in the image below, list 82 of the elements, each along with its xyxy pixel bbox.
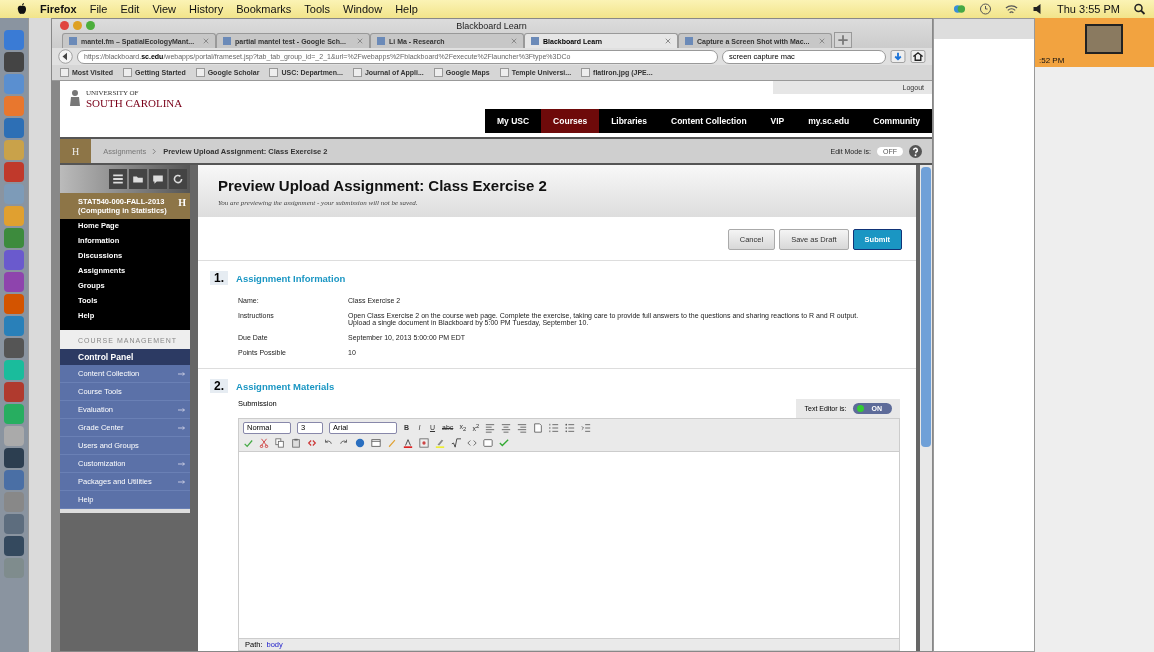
nav-tab[interactable]: Libraries — [599, 109, 660, 133]
menu-item[interactable]: View — [152, 3, 177, 15]
pencil-icon[interactable] — [387, 437, 397, 448]
download-icon[interactable] — [890, 50, 906, 63]
code-icon[interactable] — [467, 437, 477, 448]
app-menu[interactable]: Firefox — [40, 3, 77, 15]
clock-text: :52 PM — [1038, 55, 1066, 67]
close-tab-icon[interactable] — [819, 38, 825, 44]
globe-icon[interactable] — [355, 437, 365, 448]
app-icon[interactable] — [4, 514, 24, 534]
image-icon[interactable] — [419, 437, 429, 448]
link-icon[interactable] — [307, 437, 317, 448]
menu-item[interactable]: History — [189, 3, 224, 15]
align-right-icon[interactable] — [517, 422, 528, 433]
new-tab-icon[interactable] — [834, 32, 852, 48]
cut-icon[interactable] — [259, 437, 269, 448]
app-icon[interactable] — [4, 52, 24, 72]
scrollbar[interactable] — [920, 165, 932, 651]
menu-item[interactable]: File — [89, 3, 108, 15]
app-icon[interactable] — [4, 382, 24, 402]
section-title: Assignment Materials — [236, 380, 335, 392]
bullet-list-icon[interactable] — [565, 422, 576, 433]
close-tab-icon[interactable] — [665, 38, 671, 44]
square-root-icon[interactable] — [451, 437, 461, 448]
volume-icon[interactable] — [1031, 3, 1044, 15]
step-number: 1. — [210, 271, 228, 285]
wifi-icon[interactable] — [1005, 3, 1018, 15]
list-icon[interactable] — [109, 169, 127, 189]
refresh-icon[interactable] — [169, 169, 187, 189]
menu-item[interactable]: Window — [343, 3, 383, 15]
step-number: 2. — [210, 379, 228, 393]
document-icon[interactable] — [533, 422, 544, 433]
section-title: Assignment Information — [236, 272, 346, 284]
close-tab-icon[interactable] — [203, 38, 209, 44]
copy-icon[interactable] — [275, 437, 285, 448]
preview-icon[interactable] — [483, 437, 493, 448]
app-icon[interactable] — [4, 536, 24, 556]
logo-icon[interactable] — [17, 3, 27, 15]
back-button-icon[interactable] — [58, 49, 73, 64]
logo-text: SOUTH CAROLINA — [86, 97, 183, 109]
menu-clock[interactable]: Thu 3:55 PM — [1057, 3, 1120, 15]
paste-icon[interactable] — [291, 437, 301, 448]
menu-item[interactable]: Tools — [304, 3, 330, 15]
nav-tab[interactable]: VIP — [758, 109, 797, 133]
crest-icon — [68, 89, 82, 107]
close-button[interactable] — [60, 21, 69, 30]
help-icon[interactable] — [909, 144, 922, 158]
menu-item[interactable]: Bookmarks — [236, 3, 292, 15]
comment-icon[interactable] — [149, 169, 167, 189]
app-icon[interactable] — [4, 272, 24, 292]
menu-item[interactable]: Edit — [120, 3, 140, 15]
nav-tab[interactable]: Courses — [541, 109, 600, 133]
close-tab-icon[interactable] — [511, 38, 517, 44]
photo-placeholder — [1085, 24, 1123, 54]
app-icon[interactable] — [4, 250, 24, 270]
control-panel-header[interactable]: Control Panel — [60, 349, 190, 365]
chevron-icon — [152, 147, 158, 155]
table-icon[interactable] — [371, 437, 381, 448]
search-icon[interactable] — [1133, 3, 1146, 15]
indent-icon[interactable] — [581, 422, 592, 433]
app-icon[interactable] — [4, 338, 24, 358]
nav-tab[interactable]: Content Collection — [659, 109, 759, 133]
app-icon[interactable] — [4, 448, 24, 468]
page-title: Preview Upload Assignment: Class Exercise 2 — [218, 177, 548, 194]
nav-tab[interactable]: Community — [861, 109, 932, 133]
check-icon[interactable] — [499, 437, 509, 448]
nav-tab[interactable]: my.sc.edu — [796, 109, 862, 133]
window-title: Blackboard Learn — [456, 20, 528, 31]
home-button[interactable]: H — [60, 139, 92, 163]
numbered-list-icon[interactable] — [549, 422, 560, 433]
zoom-button[interactable] — [86, 21, 95, 30]
align-left-icon[interactable] — [485, 422, 496, 433]
highlighter-icon[interactable] — [435, 437, 445, 448]
nav-tab[interactable]: My USC — [485, 109, 542, 133]
home-icon[interactable] — [910, 50, 926, 63]
align-center-icon[interactable] — [501, 422, 512, 433]
minimize-button[interactable] — [73, 21, 82, 30]
folder-icon[interactable] — [129, 169, 147, 189]
menu-item[interactable]: Help — [395, 3, 418, 15]
text-color-icon[interactable] — [403, 437, 413, 448]
close-tab-icon[interactable] — [357, 38, 363, 44]
clock-icon[interactable] — [979, 3, 992, 15]
